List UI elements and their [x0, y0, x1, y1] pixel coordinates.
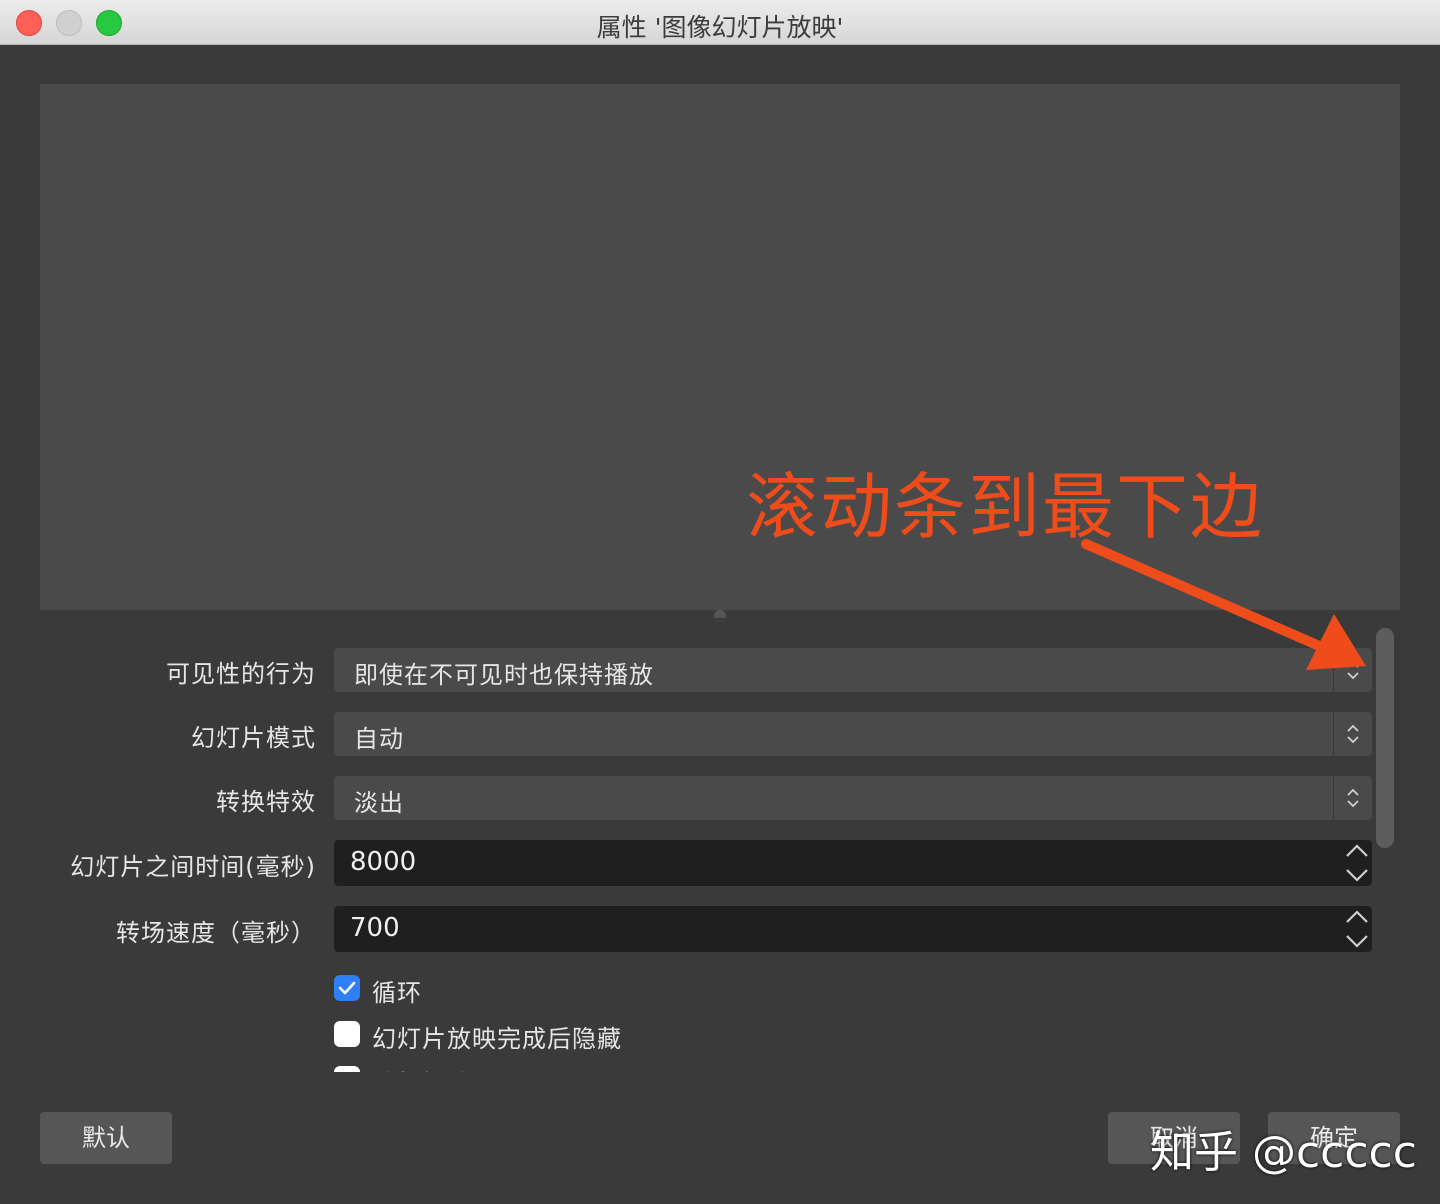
transition-speed-label: 转场速度（毫秒） [116, 919, 316, 947]
window-title: 属性 '图像幻灯片放映' [596, 13, 844, 42]
properties-window: 属性 '图像幻灯片放映' 可见性的行为 即使在不可见时也保持播放 幻灯片模式 自… [0, 0, 1440, 1204]
slide-time-value: 8000 [350, 847, 417, 877]
increment-chevron-up-icon[interactable] [1342, 906, 1372, 929]
decrement-chevron-down-icon[interactable] [1342, 863, 1372, 886]
annotation-arrow-icon [1081, 539, 1366, 670]
slide-time-label: 幻灯片之间时间(毫秒) [70, 853, 316, 881]
increment-chevron-up-icon[interactable] [1342, 840, 1372, 863]
checkbox-unchecked-icon[interactable] [334, 1066, 360, 1072]
select-arrows-icon [1333, 776, 1372, 820]
visibility-behavior-value: 即使在不可见时也保持播放 [354, 661, 654, 689]
hide-when-done-label: 幻灯片放映完成后隐藏 [372, 1025, 622, 1053]
checkbox-checked-icon[interactable] [334, 975, 360, 1001]
transition-effect-label: 转换特效 [216, 788, 316, 816]
scroll-clip-area: 随机播放 [320, 1060, 720, 1072]
decrement-chevron-down-icon[interactable] [1342, 929, 1372, 952]
watermark: 知乎 @ccccc [1150, 1127, 1417, 1178]
transition-speed-spinbox[interactable]: 700 [334, 906, 1372, 952]
random-label: 随机播放 [372, 1064, 472, 1072]
slide-mode-select[interactable]: 自动 [334, 712, 1372, 756]
splitter-handle[interactable] [714, 610, 726, 618]
loop-label: 循环 [372, 979, 422, 1007]
slide-time-spinbox[interactable]: 8000 [334, 840, 1372, 886]
transition-effect-value: 淡出 [354, 789, 404, 817]
transition-effect-select[interactable]: 淡出 [334, 776, 1372, 820]
select-arrows-icon [1333, 712, 1372, 756]
spinbox-buttons [1342, 906, 1372, 952]
spinbox-buttons [1342, 840, 1372, 886]
transition-speed-value: 700 [350, 913, 400, 943]
slide-mode-label: 幻灯片模式 [191, 724, 316, 752]
visibility-behavior-label: 可见性的行为 [166, 660, 316, 688]
slide-mode-value: 自动 [354, 725, 404, 753]
checkbox-unchecked-icon[interactable] [334, 1021, 360, 1047]
title-bar[interactable]: 属性 '图像幻灯片放映' [0, 0, 1440, 45]
defaults-button[interactable]: 默认 [40, 1112, 172, 1164]
